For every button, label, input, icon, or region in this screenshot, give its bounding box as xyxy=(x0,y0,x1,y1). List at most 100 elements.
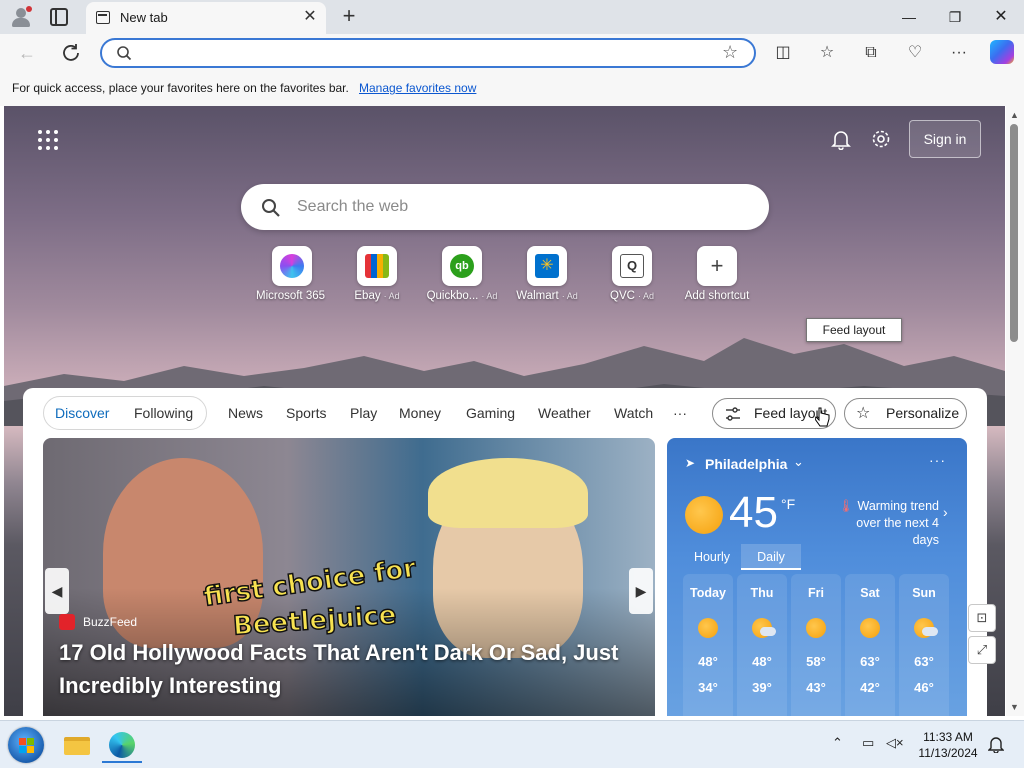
copilot-icon[interactable] xyxy=(990,40,1014,64)
shortcut-quickbooks[interactable]: qb Quickbo... · Ad xyxy=(422,246,502,308)
shortcut-label: Microsoft 365 xyxy=(255,290,326,302)
temperature-unit[interactable]: °F xyxy=(781,496,795,512)
ebay-bag-icon xyxy=(365,254,389,278)
browser-essentials-icon[interactable]: ♡ xyxy=(904,42,926,64)
restore-button[interactable]: ❐ xyxy=(940,6,970,28)
forecast-day[interactable]: Sun 63° 46° xyxy=(899,574,949,716)
buzzfeed-logo-icon xyxy=(59,614,75,630)
sunny-icon xyxy=(806,618,826,638)
new-tab-button[interactable]: + xyxy=(338,5,360,28)
tab-gaming[interactable]: Gaming xyxy=(466,405,515,421)
tab-hourly[interactable]: Hourly xyxy=(683,544,741,570)
system-clock[interactable]: 11:33 AM 11/13/2024 xyxy=(912,729,984,761)
browser-tab[interactable]: New tab ✕ xyxy=(86,2,326,34)
shortcut-label: Add shortcut xyxy=(684,290,750,302)
refresh-button[interactable] xyxy=(60,42,82,64)
tab-sports[interactable]: Sports xyxy=(286,405,326,421)
walmart-spark-icon: ✳ xyxy=(535,254,559,278)
apps-launcher-icon[interactable] xyxy=(38,130,58,150)
plus-icon: + xyxy=(710,253,724,278)
tab-daily[interactable]: Daily xyxy=(741,544,801,570)
forecast-day[interactable]: Sat 63° 42° xyxy=(845,574,895,716)
weather-location[interactable]: Philadelphia xyxy=(705,456,787,472)
title-bar: New tab ✕ + — ❐ ✕ xyxy=(0,0,1024,34)
page-settings-gear-icon[interactable] xyxy=(870,128,892,150)
tab-watch[interactable]: Watch xyxy=(614,405,653,421)
forecast-day[interactable]: Thu 48° 39° xyxy=(737,574,787,716)
expand-button[interactable]: ⤢ xyxy=(968,636,996,664)
chevron-right-icon[interactable]: › xyxy=(943,504,948,520)
quickbooks-icon: qb xyxy=(450,254,474,278)
tab-actions-icon[interactable] xyxy=(50,8,68,26)
manage-favorites-link[interactable]: Manage favorites now xyxy=(359,81,476,95)
scroll-down-icon[interactable]: ▼ xyxy=(1010,702,1019,712)
edge-icon xyxy=(109,732,135,758)
carousel-prev-button[interactable]: ◀ xyxy=(45,568,69,614)
shortcut-microsoft-365[interactable]: Microsoft 365 xyxy=(252,246,332,308)
sign-in-button[interactable]: Sign in xyxy=(909,120,981,158)
forecast-day[interactable]: Fri 58° 43° xyxy=(791,574,841,716)
sunny-icon xyxy=(698,618,718,638)
new-tab-page: Sign in Search the web Microsoft 365 Eba… xyxy=(4,106,1005,716)
hero-article-card[interactable]: first choice for Beetlejuice ◀ ▶ BuzzFee… xyxy=(43,438,655,716)
start-button[interactable] xyxy=(8,727,44,763)
feed-layout-tooltip: Feed layout xyxy=(806,318,902,342)
weather-more-options-icon[interactable]: ··· xyxy=(929,452,946,468)
sliders-icon xyxy=(726,407,740,421)
shortcut-ebay[interactable]: Ebay · Ad xyxy=(337,246,417,308)
split-screen-icon[interactable]: ◫ xyxy=(772,42,794,64)
personalize-button[interactable]: ☆ Personalize xyxy=(844,398,967,429)
tab-following[interactable]: Following xyxy=(134,405,193,421)
profile-icon[interactable] xyxy=(10,6,32,28)
close-tab-icon[interactable]: ✕ xyxy=(302,9,318,25)
shortcut-label: Quickbo... xyxy=(426,290,479,302)
address-bar[interactable]: ☆ xyxy=(100,38,756,68)
location-arrow-icon: ➤ xyxy=(685,456,696,470)
tab-news[interactable]: News xyxy=(228,405,263,421)
tab-title: New tab xyxy=(120,10,168,25)
volume-muted-icon[interactable]: ◁× xyxy=(886,735,904,751)
article-source: BuzzFeed xyxy=(83,615,138,629)
notifications-bell-icon[interactable] xyxy=(830,128,852,150)
shortcut-label: QVC xyxy=(610,290,635,302)
sunny-icon xyxy=(860,618,880,638)
image-search-button[interactable]: ⊡ xyxy=(968,604,996,632)
partly-cloudy-icon xyxy=(752,618,776,638)
back-button[interactable]: ← xyxy=(16,42,38,64)
taskbar: ⌃ ▭ ◁× 11:33 AM 11/13/2024 xyxy=(0,720,1024,768)
qvc-icon: Q xyxy=(620,254,644,278)
carousel-next-button[interactable]: ▶ xyxy=(629,568,653,614)
clock-date: 11/13/2024 xyxy=(918,746,978,760)
shortcut-walmart[interactable]: ✳ Walmart · Ad xyxy=(507,246,587,308)
tab-play[interactable]: Play xyxy=(350,405,377,421)
scroll-up-icon[interactable]: ▲ xyxy=(1010,110,1019,120)
chevron-down-icon[interactable]: ⌄ xyxy=(793,454,804,470)
web-search-box[interactable]: Search the web xyxy=(241,184,769,230)
article-headline[interactable]: 17 Old Hollywood Facts That Aren't Dark … xyxy=(59,636,649,702)
more-tabs-button[interactable]: ··· xyxy=(673,405,687,421)
notification-bell-icon[interactable] xyxy=(988,735,1004,753)
address-input[interactable] xyxy=(142,43,702,63)
file-explorer-taskbar-icon[interactable] xyxy=(58,727,98,763)
edge-taskbar-icon[interactable] xyxy=(102,727,142,763)
shortcut-qvc[interactable]: Q QVC · Ad xyxy=(592,246,672,308)
personalize-label: Personalize xyxy=(886,405,960,421)
tab-money[interactable]: Money xyxy=(399,405,441,421)
close-window-button[interactable]: ✕ xyxy=(986,6,1016,28)
minimize-button[interactable]: — xyxy=(894,6,924,28)
forecast-day[interactable]: Today 48° 34° xyxy=(683,574,733,716)
weather-trend[interactable]: 🌡 Warming trend over the next 4 days xyxy=(827,498,939,549)
trend-subtitle: over the next 4 days xyxy=(856,516,939,547)
favorites-icon[interactable]: ☆ xyxy=(816,42,838,64)
tab-discover[interactable]: Discover xyxy=(55,405,109,421)
collections-icon[interactable]: ⧉ xyxy=(860,42,882,64)
settings-more-icon[interactable]: ··· xyxy=(948,42,970,64)
network-icon[interactable]: ▭ xyxy=(862,735,874,751)
show-hidden-icons-chevron-icon[interactable]: ⌃ xyxy=(832,735,843,751)
tab-weather[interactable]: Weather xyxy=(538,405,591,421)
mouse-cursor-icon xyxy=(815,407,830,427)
scrollbar-thumb[interactable] xyxy=(1010,124,1018,342)
favorite-star-icon[interactable]: ☆ xyxy=(722,42,738,63)
vertical-scrollbar[interactable]: ▲ ▼ xyxy=(1006,106,1024,716)
add-shortcut-button[interactable]: + Add shortcut xyxy=(677,246,757,308)
